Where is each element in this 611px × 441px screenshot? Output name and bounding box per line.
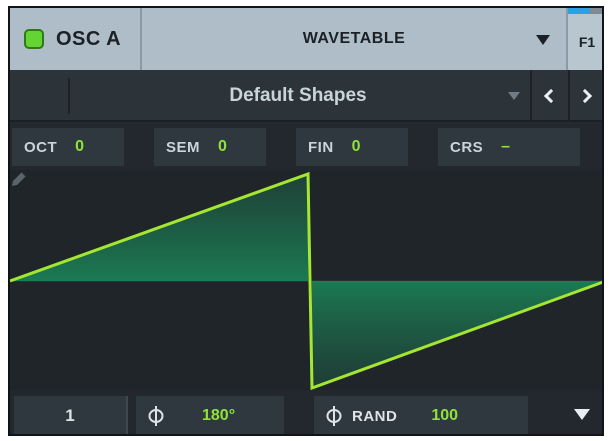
osc-type-dropdown[interactable]: WAVETABLE [142, 8, 566, 70]
fine-value: 0 [351, 138, 361, 155]
unison-voices-value: 1 [65, 406, 75, 425]
phase-icon [148, 406, 164, 426]
chevron-left-icon [543, 88, 559, 104]
semitone-knob[interactable]: SEM 0 [154, 128, 266, 166]
coarse-knob[interactable]: CRS – [438, 128, 580, 166]
fine-label: FIN [308, 138, 334, 156]
osc-menu-button[interactable] [558, 390, 602, 434]
next-preset-button[interactable] [568, 70, 602, 122]
caret-down-icon [508, 92, 520, 100]
wavetable-preset-name: Default Shapes [229, 85, 367, 106]
wavetable-preset-dropdown[interactable]: Default Shapes [70, 70, 526, 122]
octave-knob[interactable]: OCT 0 [12, 128, 124, 166]
wavetable-preset-row: Default Shapes [10, 70, 602, 122]
oscillator-panel: OSC A WAVETABLE F1 Default Shapes OCT 0 [8, 6, 604, 436]
coarse-value: – [501, 138, 511, 155]
waveform-display[interactable] [10, 170, 602, 390]
caret-down-icon [536, 35, 550, 45]
bottom-controls: 1 180° RAND 100 [10, 390, 602, 434]
semitone-value: 0 [218, 138, 227, 155]
rand-value: 100 [431, 407, 459, 424]
osc-type-label: WAVETABLE [302, 30, 406, 47]
rand-label: RAND [352, 407, 398, 425]
osc-header: OSC A WAVETABLE F1 [10, 8, 602, 70]
triangle-down-icon [574, 408, 590, 420]
phase-icon [326, 406, 342, 426]
phase-knob[interactable]: 180° [136, 396, 284, 434]
osc-title: OSC A [56, 27, 122, 50]
filter-routing-label: F1 [578, 34, 596, 50]
chevron-right-icon [577, 88, 593, 104]
phase-value: 180° [202, 407, 236, 424]
prev-preset-button[interactable] [530, 70, 566, 122]
phase-random-knob[interactable]: RAND 100 [314, 396, 528, 434]
filter-routing-tab[interactable]: F1 [566, 8, 602, 70]
fine-knob[interactable]: FIN 0 [296, 128, 408, 166]
routing-indicator-active [568, 8, 590, 14]
octave-value: 0 [75, 138, 85, 155]
pencil-icon[interactable] [10, 170, 28, 188]
waveform-graph [10, 171, 602, 390]
tuning-row: OCT 0 SEM 0 FIN 0 CRS – [10, 124, 602, 170]
routing-indicator-inactive [590, 8, 602, 14]
coarse-label: CRS [450, 138, 484, 156]
semitone-label: SEM [166, 138, 201, 156]
osc-enable-toggle[interactable]: OSC A [10, 8, 142, 70]
unison-voices-knob[interactable]: 1 [14, 396, 128, 434]
octave-label: OCT [24, 138, 58, 156]
power-led-icon [24, 29, 44, 49]
